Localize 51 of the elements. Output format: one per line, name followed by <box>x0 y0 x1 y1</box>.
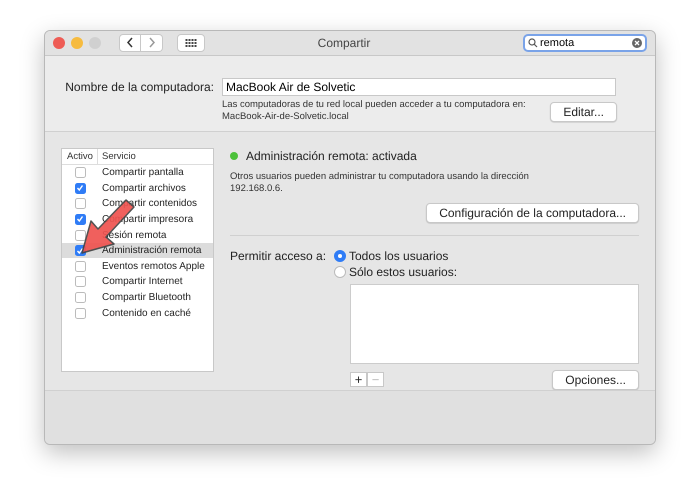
checkbox[interactable] <box>74 276 86 288</box>
radio-button[interactable] <box>334 266 346 278</box>
service-name: Contenido en caché <box>101 306 191 320</box>
service-name: Compartir pantalla <box>101 166 184 180</box>
checkbox[interactable] <box>74 167 86 178</box>
window-title: Compartir <box>318 34 370 52</box>
radio-label: Sólo estos usuarios: <box>349 264 458 281</box>
back-button[interactable] <box>119 34 141 52</box>
options-button[interactable]: Opciones... <box>552 370 639 390</box>
search-field[interactable]: remota <box>523 34 647 52</box>
column-header: Servicio <box>101 150 136 164</box>
service-name: Compartir archivos <box>101 182 186 196</box>
checkbox[interactable] <box>74 260 86 272</box>
edit-button[interactable]: Editar... <box>550 102 617 122</box>
chevron-left-icon <box>126 37 134 48</box>
service-name: Compartir Internet <box>101 275 183 290</box>
chevron-right-icon <box>148 37 156 48</box>
service-row[interactable]: Compartir Bluetooth <box>62 290 213 306</box>
info-text: Las computadoras de tu red local pueden acceder a tu computadora en: <box>222 98 526 111</box>
clear-icon[interactable] <box>632 38 642 48</box>
service-row[interactable]: Eventos remotos Apple <box>62 258 213 274</box>
service-row[interactable]: Compartir pantalla <box>62 164 213 180</box>
service-name: Eventos remotos Apple <box>101 260 205 274</box>
computer-settings-button[interactable]: Configuración de la computadora... <box>426 202 639 223</box>
service-row[interactable]: Compartir archivos <box>62 180 213 196</box>
column-header: Activo <box>62 148 98 164</box>
add-button[interactable]: + <box>350 372 367 388</box>
checkbox[interactable] <box>74 182 86 194</box>
service-row[interactable]: Compartir Internet <box>62 274 213 290</box>
minimize-button[interactable] <box>71 36 83 49</box>
checkbox[interactable] <box>74 308 86 318</box>
grid-icon <box>185 38 197 47</box>
radio-label: Todos los usuarios <box>349 248 448 265</box>
checkbox[interactable] <box>74 230 86 241</box>
service-name: Compartir Bluetooth <box>101 290 191 305</box>
checkbox[interactable] <box>74 198 86 210</box>
local-address: MacBook-Air-de-Solvetic.local <box>222 110 350 123</box>
search-icon <box>528 38 538 48</box>
computer-name-label: Nombre de la computadora: <box>64 78 215 96</box>
service-name: Administración remota <box>101 244 202 258</box>
service-row[interactable]: Administración remota <box>62 242 213 258</box>
computer-name-field[interactable]: MacBook Air de Solvetic <box>222 78 616 96</box>
access-label: Permitir acceso a: <box>230 248 328 265</box>
status-description: Otros usuarios pueden administrar tu computadora usando la dirección 192.168.0.6. <box>230 170 530 195</box>
service-row[interactable]: Contenido en caché <box>62 305 213 321</box>
checkbox[interactable] <box>74 292 86 303</box>
close-button[interactable] <box>53 36 65 49</box>
checkbox[interactable] <box>74 214 86 225</box>
status-text: Administración remota: activada <box>246 148 417 165</box>
grid-view-button[interactable] <box>177 34 205 52</box>
radio-button[interactable] <box>334 250 346 262</box>
